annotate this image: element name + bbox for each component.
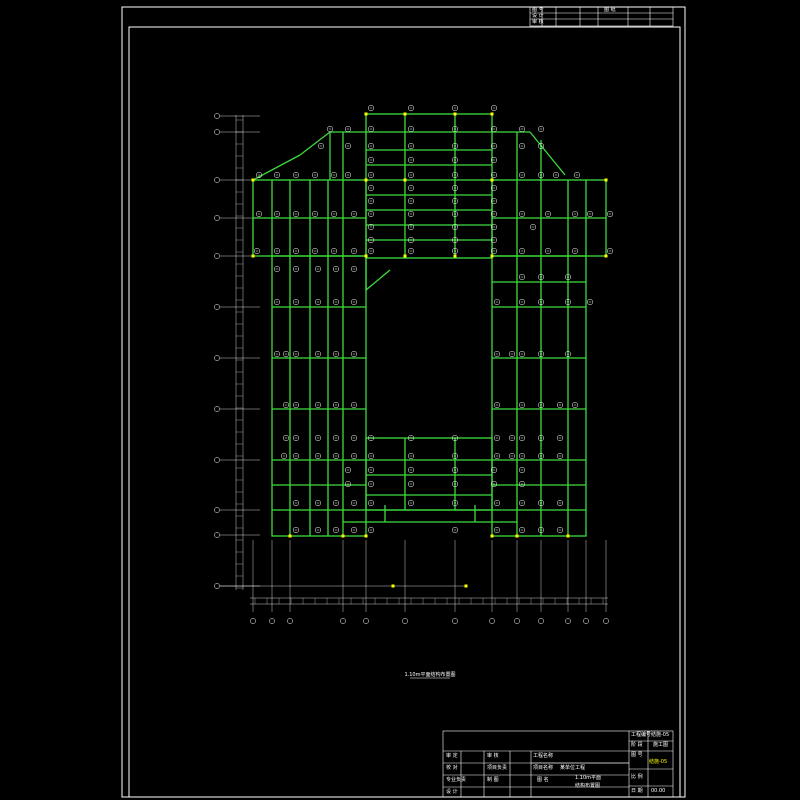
tb-unit-value: 某单位工程	[560, 765, 586, 771]
column	[403, 112, 407, 116]
tb-drawing-name-line2: 结构布置图	[575, 783, 601, 789]
tb-left-role-3: 专业负责	[446, 777, 467, 783]
column	[364, 178, 368, 182]
axis-bubble-h	[214, 583, 220, 589]
column	[490, 178, 494, 182]
axis-bubble-v	[583, 618, 589, 624]
axis-bubble-h	[214, 129, 220, 135]
tb-design-no-label: 工程编号	[631, 732, 652, 738]
tb-mid-role-1: 审 核	[487, 753, 499, 759]
tb-date-value: 00.00	[651, 788, 666, 794]
beam-bay	[365, 437, 493, 511]
outer-frame	[121, 6, 686, 798]
axis-bubble-v	[514, 618, 520, 624]
tb-left-role-1: 审 定	[446, 753, 458, 759]
column	[403, 254, 407, 258]
axis-bubble-h	[214, 177, 220, 183]
column	[490, 254, 494, 258]
axis-bubble-h	[214, 215, 220, 221]
axis-bubble-h	[214, 532, 220, 538]
axis-bubbles	[214, 113, 609, 624]
tb-mid-role-3: 制 图	[487, 777, 499, 783]
column	[403, 178, 407, 182]
column	[288, 534, 292, 538]
tb-drawing-name-line1: 1.10m平面	[575, 775, 602, 781]
top-block-r3c1: 审 核	[532, 19, 544, 25]
axis-bubble-h	[214, 355, 220, 361]
beam-tags	[253, 104, 614, 534]
plan-title: 1.10m平面结构布置图	[404, 671, 455, 678]
tb-stage-label: 阶 段	[631, 742, 643, 748]
column-markers	[251, 112, 608, 588]
column	[364, 534, 368, 538]
column	[490, 534, 494, 538]
column	[251, 254, 255, 258]
axis-bubble-h	[214, 457, 220, 463]
tb-drawing-name-label: 图 名	[537, 777, 549, 783]
tb-drawing-no-label: 图 号	[631, 752, 643, 758]
axis-bubble-h	[214, 113, 220, 119]
top-block	[529, 6, 674, 27]
axis-bubble-h	[214, 406, 220, 412]
axis-bubble-h	[214, 507, 220, 513]
beam	[365, 269, 391, 291]
axis-bubble-v	[402, 618, 408, 624]
top-block-r1c4: 图 纸	[604, 7, 616, 13]
axis-bubble-v	[269, 618, 275, 624]
axis-bubble-v	[287, 618, 293, 624]
column	[566, 534, 570, 538]
tb-left-role-4: 设 计	[446, 789, 458, 795]
axis-bubble-v	[363, 618, 369, 624]
tb-mid-role-2: 项目负责	[487, 765, 508, 771]
axis-bubble-v	[340, 618, 346, 624]
column	[453, 112, 457, 116]
axis-bubble-v	[538, 618, 544, 624]
beam-bay	[271, 255, 367, 537]
beam-bay	[365, 113, 493, 259]
axis-bubble-v	[565, 618, 571, 624]
column	[515, 534, 519, 538]
tb-stage-value: 施工图	[653, 742, 669, 748]
beam-layout	[252, 113, 607, 537]
beam	[252, 154, 301, 181]
axis-bubble-v	[489, 618, 495, 624]
column	[453, 254, 457, 258]
tb-date-label: 日 期	[631, 788, 643, 794]
drawing-sheet: 1.10m平面结构布置图	[121, 6, 686, 798]
tb-scale-label: 比 例	[631, 774, 643, 780]
beam-bay	[491, 255, 587, 537]
column	[251, 178, 255, 182]
column	[490, 112, 494, 116]
tb-left-role-2: 校 对	[446, 765, 458, 771]
axis-bubble-v	[603, 618, 609, 624]
axis-bubble-h	[214, 304, 220, 310]
column	[464, 584, 468, 588]
column	[341, 534, 345, 538]
beam	[299, 131, 331, 156]
axis-bubble-h	[214, 253, 220, 259]
beam	[529, 131, 566, 176]
column	[604, 254, 608, 258]
tb-drawing-no-value: 结施-05	[649, 759, 668, 765]
tb-design-no-value: 结施-05	[651, 732, 670, 738]
column	[604, 178, 608, 182]
column	[364, 254, 368, 258]
column	[391, 584, 395, 588]
grid-lines	[220, 115, 608, 612]
tb-project-label: 工程名称	[533, 753, 554, 759]
axis-bubble-v	[250, 618, 256, 624]
tb-project-sub-label: 项目名称	[533, 765, 554, 771]
axis-bubble-v	[452, 618, 458, 624]
column	[364, 112, 368, 116]
